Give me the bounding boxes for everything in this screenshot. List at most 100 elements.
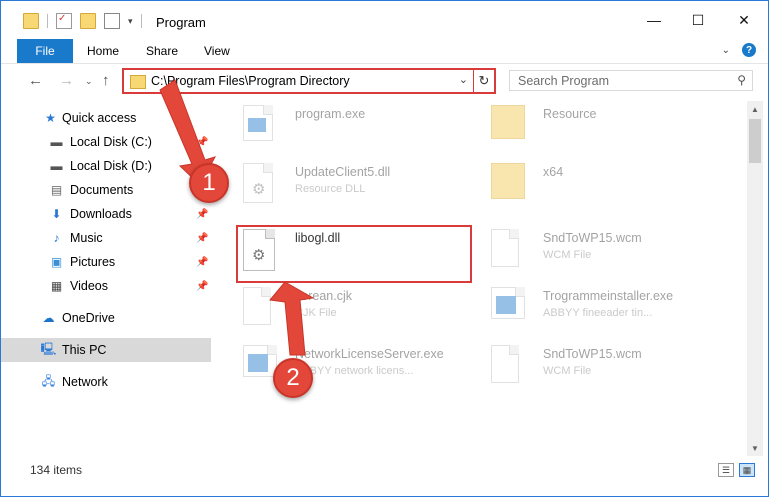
search-input[interactable]: Search Program ⚲ — [509, 70, 753, 91]
sidebar-item-quick-access[interactable]: ★ Quick access — [1, 106, 211, 130]
tab-share[interactable]: Share — [146, 39, 178, 63]
pin-icon[interactable]: 📌 — [196, 257, 208, 268]
separator — [140, 14, 142, 28]
highlight-box-libogl — [236, 225, 472, 283]
list-item[interactable]: Trogrammeinstaller.exe ABBYY fineeader t… — [481, 281, 721, 333]
pin-icon[interactable]: 📌 — [196, 137, 208, 148]
sidebar-item-pictures[interactable]: ▣ Pictures 📌 — [1, 250, 211, 274]
file-name: SndToWP15.wcm — [543, 231, 642, 245]
pin-icon[interactable]: 📌 — [196, 281, 208, 292]
drive-icon: ▬ — [50, 159, 63, 173]
pictures-icon: ▣ — [50, 255, 63, 269]
search-icon[interactable]: ⚲ — [737, 73, 746, 87]
sidebar-item-local-disk-d[interactable]: ▬ Local Disk (D:) — [1, 154, 211, 178]
sidebar-item-onedrive[interactable]: ☁ OneDrive — [1, 306, 211, 330]
file-type: CJK File — [295, 307, 337, 319]
folder-icon[interactable] — [23, 13, 39, 29]
list-item[interactable]: NetworkLicenseServer.exe ABBYY network l… — [233, 339, 473, 391]
sidebar-item-label: Quick access — [62, 111, 137, 125]
exe-icon — [491, 287, 525, 319]
step-badge-2: 2 — [273, 358, 313, 398]
cloud-icon: ☁ — [42, 311, 55, 325]
documents-icon: ▤ — [50, 183, 63, 197]
file-type: Resource DLL — [295, 183, 366, 195]
tab-file[interactable]: File — [17, 39, 73, 63]
list-item[interactable]: korean.cjk CJK File — [233, 281, 473, 333]
list-item[interactable]: SndToWP15.wcm WCM File — [481, 339, 721, 391]
file-name: program.exe — [295, 107, 366, 121]
search-placeholder: Search Program — [518, 74, 610, 88]
sidebar-item-label: This PC — [62, 343, 107, 357]
address-bar[interactable]: C:\Program Files\Program Directory ⌄ ↻ — [122, 68, 496, 94]
properties-check-icon[interactable] — [56, 13, 72, 29]
list-item[interactable]: SndToWP15.wcm WCM File — [481, 223, 721, 275]
tab-home[interactable]: Home — [87, 39, 119, 63]
file-icon — [491, 229, 519, 267]
scroll-up-icon[interactable]: ▲ — [747, 101, 763, 117]
file-icon — [491, 345, 519, 383]
chevron-down-icon[interactable]: ⌄ — [722, 45, 730, 56]
music-icon: ♪ — [53, 231, 60, 245]
details-view-icon[interactable]: ☰ — [718, 463, 734, 477]
sidebar-item-videos[interactable]: ▦ Videos 📌 — [1, 274, 211, 298]
tab-view[interactable]: View — [204, 39, 230, 63]
pin-icon[interactable]: 📌 — [196, 209, 208, 220]
sidebar-item-label: Local Disk (C:) — [70, 135, 152, 149]
refresh-icon[interactable]: ↻ — [473, 70, 494, 92]
sidebar-item-music[interactable]: ♪ Music 📌 — [1, 226, 211, 250]
maximize-button[interactable]: ☐ — [675, 1, 721, 39]
sidebar-item-label: Network — [62, 375, 108, 389]
file-type: ABBYY fineeader tin... — [543, 307, 653, 319]
up-arrow-icon[interactable]: ↑ — [102, 72, 110, 89]
network-icon: 🖧 — [41, 373, 56, 388]
help-icon[interactable]: ? — [742, 43, 756, 57]
vertical-scrollbar[interactable]: ▲ ▼ — [747, 101, 763, 456]
folder-icon — [491, 163, 525, 199]
large-icons-view-icon[interactable]: ▦ — [739, 463, 755, 477]
new-folder-icon[interactable] — [80, 13, 96, 29]
list-item[interactable]: Resource — [481, 99, 721, 151]
sidebar-item-downloads[interactable]: ⬇ Downloads 📌 — [1, 202, 211, 226]
list-item[interactable]: x64 — [481, 157, 721, 209]
separator — [47, 14, 48, 28]
sidebar-item-local-disk-c[interactable]: ▬ Local Disk (C:) 📌 — [1, 130, 211, 154]
computer-icon: 🖳 — [40, 341, 57, 356]
sidebar-item-this-pc[interactable]: 🖳 This PC — [1, 338, 211, 362]
videos-icon: ▦ — [50, 279, 63, 293]
drive-icon: ▬ — [50, 135, 63, 149]
file-name: UpdateClient5.dll — [295, 165, 391, 179]
list-item[interactable]: program.exe — [233, 99, 473, 151]
quick-access-toolbar: ▾ — [23, 13, 142, 29]
minimize-button[interactable]: — — [631, 1, 677, 39]
file-icon — [243, 287, 271, 325]
chevron-down-icon[interactable]: ⌄ — [459, 73, 468, 86]
file-name: SndToWP15.wcm — [543, 347, 642, 361]
address-path[interactable]: C:\Program Files\Program Directory — [151, 74, 350, 88]
item-count: 134 items — [30, 463, 83, 477]
status-bar: 134 items ☰ ▦ — [1, 459, 768, 481]
file-name: Trogrammeinstaller.exe — [543, 289, 674, 303]
step-badge-1: 1 — [189, 163, 229, 203]
sidebar-item-network[interactable]: 🖧 Network — [1, 370, 211, 394]
scrollbar-thumb[interactable] — [749, 119, 761, 163]
sidebar-item-label: Local Disk (D:) — [70, 159, 152, 173]
folder-icon — [130, 75, 146, 89]
file-name: Resource — [543, 107, 597, 121]
window-title: Program — [156, 15, 206, 30]
sidebar-item-documents[interactable]: ▤ Documents 📌 — [1, 178, 211, 202]
close-button[interactable]: ✕ — [721, 1, 767, 39]
navigation-pane: ★ Quick access ▬ Local Disk (C:) 📌 ▬ Loc… — [1, 101, 211, 456]
sidebar-item-label: Pictures — [70, 255, 116, 269]
recent-locations-icon[interactable]: ⌄ — [85, 76, 93, 87]
list-item[interactable]: ⚙ UpdateClient5.dll Resource DLL — [233, 157, 473, 209]
title-bar: ▾ Program — ☐ ✕ — [1, 1, 768, 39]
customize-toolbar-icon[interactable] — [104, 13, 120, 29]
toolbar-dropdown-icon[interactable]: ▾ — [128, 16, 133, 27]
pin-icon[interactable]: 📌 — [196, 233, 208, 244]
file-name: x64 — [543, 165, 564, 179]
exe-icon — [243, 105, 273, 141]
forward-arrow-icon[interactable]: → — [59, 72, 74, 89]
sidebar-item-label: Music — [70, 231, 103, 245]
scroll-down-icon[interactable]: ▼ — [747, 440, 763, 456]
back-arrow-icon[interactable]: ← — [28, 72, 43, 89]
